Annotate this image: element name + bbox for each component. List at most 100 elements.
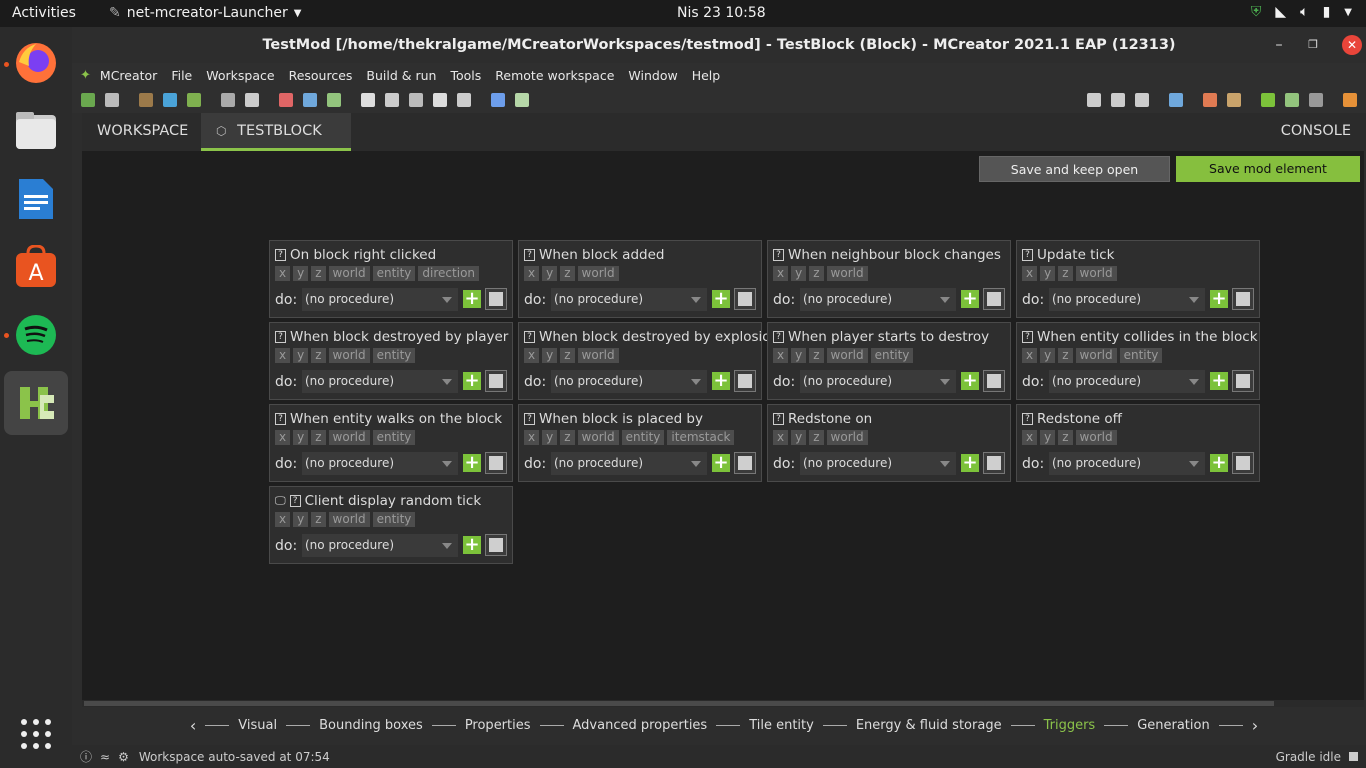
add-procedure-button[interactable]: + [712,290,730,308]
maximize-icon[interactable]: ❐ [1296,27,1330,63]
procedure-select[interactable]: (no procedure) [1049,370,1205,393]
procedure-select[interactable]: (no procedure) [302,534,458,557]
workspace-settings-icon[interactable] [1169,93,1183,107]
procedure-select[interactable]: (no procedure) [1049,452,1205,475]
help-icon[interactable]: ? [1022,413,1033,425]
block-icon[interactable] [279,93,293,107]
achievement-icon[interactable] [457,93,471,107]
previous-step-icon[interactable]: ‹ [190,716,196,735]
edit-procedure-button[interactable] [485,452,507,474]
help-icon[interactable]: ? [524,331,535,343]
help-icon[interactable]: ? [773,413,784,425]
tab-console[interactable]: CONSOLE [1266,113,1366,151]
image-editor-icon[interactable] [105,93,119,107]
edit-procedure-button[interactable] [1232,288,1254,310]
add-procedure-button[interactable]: + [463,536,481,554]
clean-icon[interactable] [1203,93,1217,107]
menu-tools[interactable]: Tools [443,68,488,83]
edit-procedure-button[interactable] [983,288,1005,310]
procedure-select[interactable]: (no procedure) [551,370,707,393]
help-icon[interactable]: ? [1022,249,1033,261]
help-icon[interactable]: ? [1022,331,1033,343]
import-texture-icon[interactable] [139,93,153,107]
run-client-icon[interactable] [1261,93,1275,107]
files-icon[interactable] [4,99,68,163]
help-icon[interactable]: ? [275,413,286,425]
sync-icon[interactable] [1135,93,1149,107]
edit-procedure-button[interactable] [734,452,756,474]
connection-icon[interactable]: ≈ [100,750,110,764]
edit-procedure-button[interactable] [734,288,756,310]
procedure-select[interactable]: (no procedure) [302,452,458,475]
help-icon[interactable]: ? [773,331,784,343]
step-tile-entity[interactable]: Tile entity [749,718,814,733]
add-procedure-button[interactable]: + [712,454,730,472]
activities-button[interactable]: Activities [12,5,76,21]
add-procedure-button[interactable]: + [961,372,979,390]
menu-mcreator[interactable]: MCreator [93,68,164,83]
edit-procedure-button[interactable] [485,534,507,556]
info-icon[interactable]: ⓘ [80,748,92,765]
menu-file[interactable]: File [164,68,199,83]
add-procedure-button[interactable]: + [463,372,481,390]
procedure-select[interactable]: (no procedure) [800,452,956,475]
procedure-select[interactable]: (no procedure) [800,370,956,393]
gui-icon[interactable] [385,93,399,107]
item-icon[interactable] [303,93,317,107]
procedure-icon[interactable] [361,93,375,107]
help-icon[interactable]: ? [275,331,286,343]
add-procedure-button[interactable]: + [1210,454,1228,472]
stop-gradle-icon[interactable] [1349,752,1358,761]
tab-testblock[interactable]: ⬡ TESTBLOCK ✕ [201,113,351,175]
mcreator-dock-icon[interactable] [4,371,68,435]
import-model-icon[interactable] [163,93,177,107]
edit-procedure-button[interactable] [1232,370,1254,392]
stop-icon[interactable] [1309,93,1323,107]
edit-procedure-button[interactable] [1232,452,1254,474]
procedure-select[interactable]: (no procedure) [551,288,707,311]
menu-remote-workspace[interactable]: Remote workspace [488,68,621,83]
export-icon[interactable] [1343,93,1357,107]
add-procedure-button[interactable]: + [1210,290,1228,308]
menu-resources[interactable]: Resources [282,68,360,83]
add-procedure-button[interactable]: + [961,290,979,308]
structure-icon[interactable] [245,93,259,107]
menu-window[interactable]: Window [621,68,684,83]
biome-icon[interactable] [327,93,341,107]
step-properties[interactable]: Properties [465,718,531,733]
spotify-icon[interactable] [4,303,68,367]
libreoffice-writer-icon[interactable] [4,167,68,231]
menu-workspace[interactable]: Workspace [199,68,281,83]
build-hammer-icon[interactable] [1227,93,1241,107]
edit-procedure-button[interactable] [734,370,756,392]
recipe-icon[interactable] [433,93,447,107]
add-procedure-button[interactable]: + [463,454,481,472]
help-icon[interactable]: ? [773,249,784,261]
window-titlebar[interactable]: TestMod [/home/thekralgame/MCreatorWorks… [72,27,1366,63]
ubuntu-software-icon[interactable]: A [4,235,68,299]
edit-procedure-button[interactable] [485,370,507,392]
help-icon[interactable]: ? [524,413,535,425]
clock[interactable]: Nis 23 10:58 [677,5,766,21]
pull-icon[interactable] [1111,93,1125,107]
add-procedure-button[interactable]: + [961,454,979,472]
save-and-keep-open-button[interactable]: Save and keep open [979,156,1170,182]
minimize-icon[interactable]: – [1262,27,1296,63]
show-applications-icon[interactable] [4,702,68,766]
procedure-select[interactable]: (no procedure) [551,452,707,475]
git-icon[interactable] [1087,93,1101,107]
next-step-icon[interactable]: › [1252,716,1258,735]
help-icon[interactable]: ? [524,249,535,261]
edit-procedure-button[interactable] [485,288,507,310]
menu-help[interactable]: Help [685,68,728,83]
add-procedure-button[interactable]: + [1210,372,1228,390]
procedure-select[interactable]: (no procedure) [800,288,956,311]
edit-procedure-button[interactable] [983,370,1005,392]
step-generation[interactable]: Generation [1137,718,1210,733]
code-editor-icon[interactable] [491,93,505,107]
run-server-icon[interactable] [1285,93,1299,107]
help-icon[interactable]: ? [289,495,301,507]
step-bounding-boxes[interactable]: Bounding boxes [319,718,423,733]
tab-workspace[interactable]: WORKSPACE [82,113,203,151]
create-element-icon[interactable] [81,93,95,107]
